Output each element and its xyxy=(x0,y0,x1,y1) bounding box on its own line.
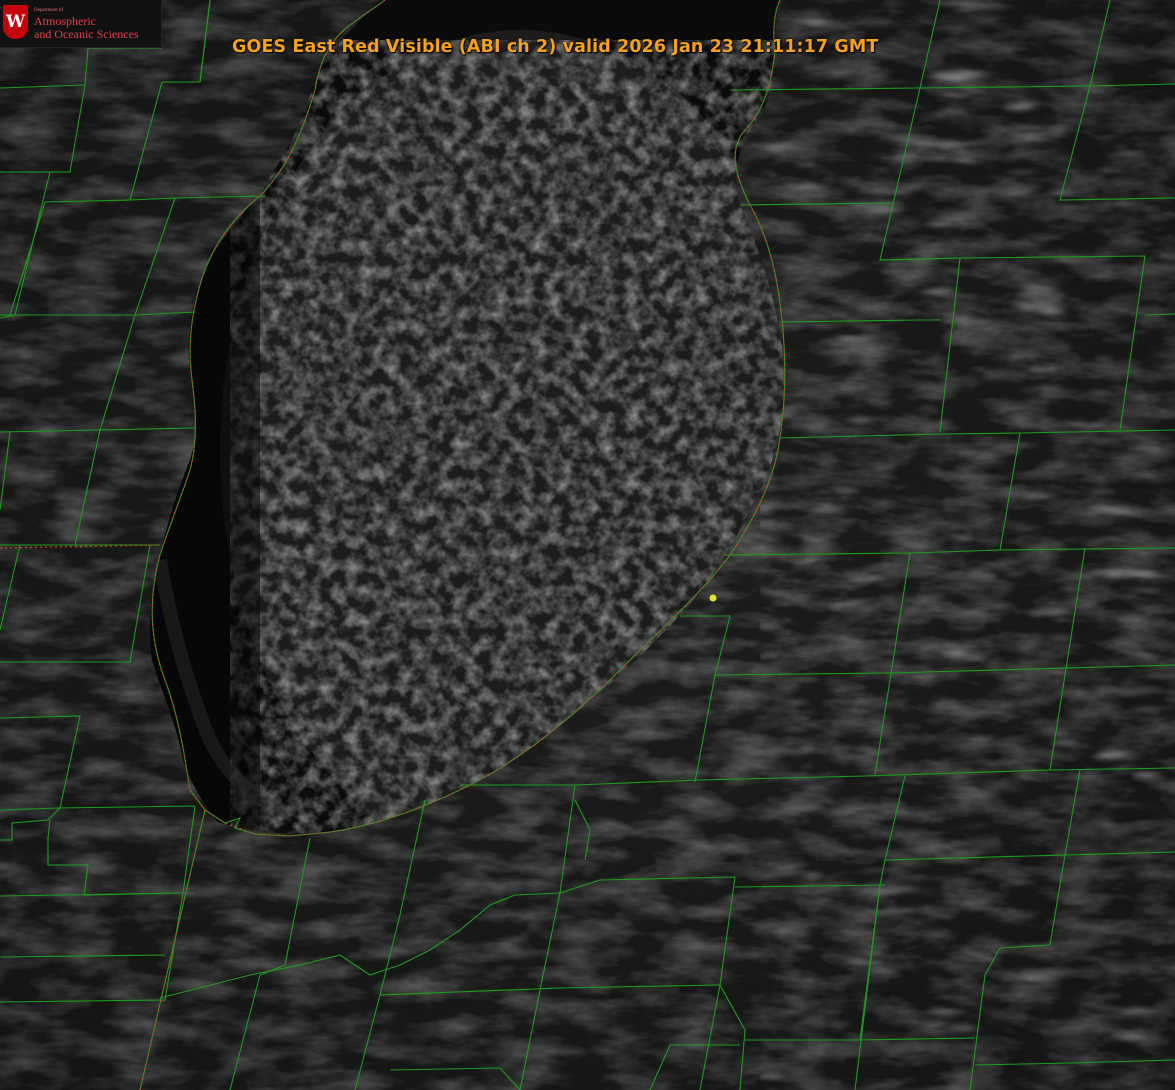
image-title: GOES East Red Visible (ABI ch 2) valid 2… xyxy=(232,37,879,57)
university-crest-icon: W xyxy=(3,5,28,39)
university-logo: W Department of Atmospheric and Oceanic … xyxy=(0,0,162,48)
crest-letter: W xyxy=(5,11,26,32)
location-marker-icon xyxy=(709,594,717,602)
logo-line-2: and Oceanic Sciences xyxy=(34,27,139,41)
satellite-map xyxy=(0,0,1175,1090)
